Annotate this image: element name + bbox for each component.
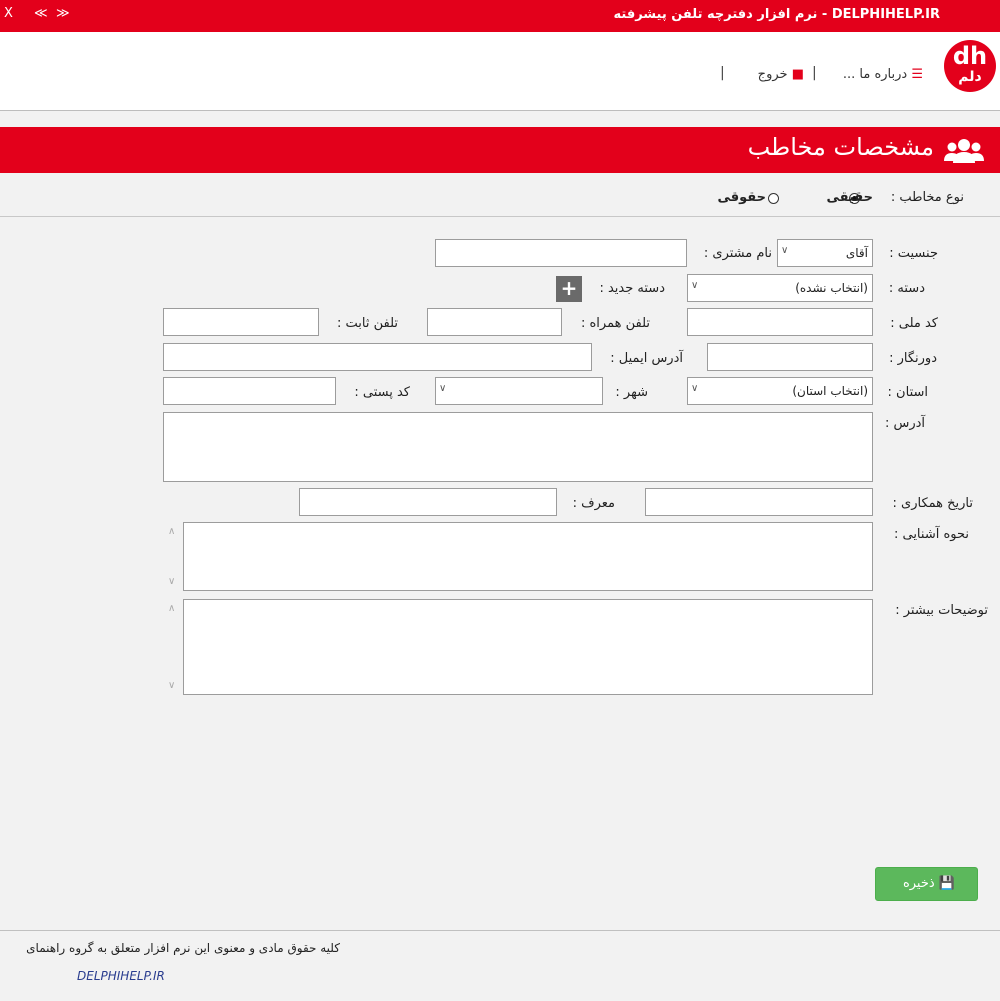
save-icon: 💾	[938, 876, 955, 891]
acquaintance-label: نحوه آشنایی :	[893, 527, 969, 542]
chevron-down-icon: ∨	[439, 383, 447, 394]
add-category-button[interactable]: +	[556, 276, 582, 302]
city-select[interactable]: ∨	[435, 377, 603, 405]
phone-input[interactable]	[163, 308, 319, 336]
toolbar-separator: |	[812, 65, 817, 81]
copyright-text: کلیه حقوق مادی و معنوی این نرم افزار متع…	[26, 941, 340, 955]
postal-code-label: کد پستی :	[354, 385, 410, 400]
fax-label: دورنگار :	[889, 351, 937, 366]
province-select[interactable]: (انتخاب استان) ∨	[687, 377, 873, 405]
referrer-label: معرف :	[572, 496, 615, 511]
postal-code-input[interactable]	[163, 377, 336, 405]
menu-exit[interactable]: ■ خروج	[758, 67, 804, 82]
category-value: (انتخاب نشده)	[795, 281, 868, 295]
chevron-down-icon[interactable]: ∨	[168, 576, 175, 587]
toolbar: dh دلم ☰ درباره ما ... | ■ خروج |	[0, 32, 1000, 111]
notes-label: توضیحات بیشتر :	[895, 603, 988, 618]
new-category-label: دسته جدید :	[599, 281, 665, 296]
referrer-input[interactable]	[299, 488, 557, 516]
logo-subtext: دلم	[958, 69, 982, 85]
expand-icon[interactable]: ≫	[56, 6, 70, 21]
coop-date-label: تاریخ همکاری :	[892, 496, 973, 511]
menu-about[interactable]: ☰ درباره ما ...	[843, 67, 923, 82]
coop-date-input[interactable]	[645, 488, 873, 516]
national-code-label: کد ملی :	[890, 316, 938, 331]
notes-scrollbar[interactable]: ∧ ∨	[165, 599, 182, 695]
mobile-input[interactable]	[427, 308, 562, 336]
plus-icon: +	[560, 276, 578, 300]
chevron-up-icon[interactable]: ∧	[168, 526, 175, 537]
city-label: شهر :	[615, 385, 648, 400]
acquaintance-input[interactable]	[183, 522, 873, 591]
close-button[interactable]: X	[4, 6, 13, 21]
radio-legal[interactable]	[768, 193, 779, 204]
gender-select[interactable]: آقای ∨	[777, 239, 873, 267]
fax-input[interactable]	[707, 343, 873, 371]
toolbar-separator: |	[720, 65, 725, 81]
chevron-down-icon: ∨	[781, 245, 789, 256]
category-label: دسته :	[888, 281, 925, 296]
chevron-down-icon: ∨	[691, 383, 699, 394]
province-label: استان :	[887, 385, 928, 400]
email-input[interactable]	[163, 343, 592, 371]
national-code-input[interactable]	[687, 308, 873, 336]
save-button[interactable]: 💾 ذخیره	[875, 867, 978, 901]
collapse-icon[interactable]: ≪	[34, 6, 48, 21]
address-input[interactable]	[163, 412, 873, 482]
users-icon	[944, 137, 984, 169]
menu-exit-label: خروج	[757, 67, 788, 82]
customer-name-label: نام مشتری :	[703, 246, 772, 261]
exit-icon: ■	[791, 67, 804, 82]
menu-about-label: درباره ما ...	[842, 67, 908, 82]
section-header: مشخصات مخاطب	[0, 127, 1000, 173]
page-title: مشخصات مخاطب	[747, 133, 934, 161]
radio-real-label: حقیقی	[826, 190, 873, 205]
phone-label: تلفن ثابت :	[336, 316, 398, 331]
chevron-up-icon[interactable]: ∧	[168, 603, 175, 614]
logo-text: dh	[952, 42, 988, 70]
footer: کلیه حقوق مادی و معنوی این نرم افزار متع…	[0, 930, 1000, 1001]
notes-input[interactable]	[183, 599, 873, 695]
category-select[interactable]: (انتخاب نشده) ∨	[687, 274, 873, 302]
mobile-label: تلفن همراه :	[580, 316, 650, 331]
window-title: DELPHIHELP.IR - نرم افزار دفترچه تلفن پی…	[613, 7, 941, 22]
radio-legal-label: حقوقی	[717, 190, 766, 205]
site-link[interactable]: DELPHIHELP.IR	[77, 969, 165, 983]
customer-name-input[interactable]	[435, 239, 687, 267]
contact-type-label: نوع مخاطب :	[890, 190, 964, 205]
save-label: ذخیره	[902, 876, 935, 891]
gender-label: جنسیت :	[889, 246, 938, 261]
province-value: (انتخاب استان)	[792, 384, 868, 398]
chevron-down-icon: ∨	[691, 280, 699, 291]
gender-value: آقای	[845, 246, 868, 260]
layers-icon: ☰	[911, 67, 923, 82]
logo: dh دلم	[944, 40, 996, 92]
acquaintance-scrollbar[interactable]: ∧ ∨	[165, 522, 182, 591]
address-label: آدرس :	[884, 416, 925, 431]
email-label: آدرس ایمیل :	[610, 351, 683, 366]
window-titlebar: X ≪ ≫ DELPHIHELP.IR - نرم افزار دفترچه ت…	[0, 0, 1000, 32]
chevron-down-icon[interactable]: ∨	[168, 680, 175, 691]
